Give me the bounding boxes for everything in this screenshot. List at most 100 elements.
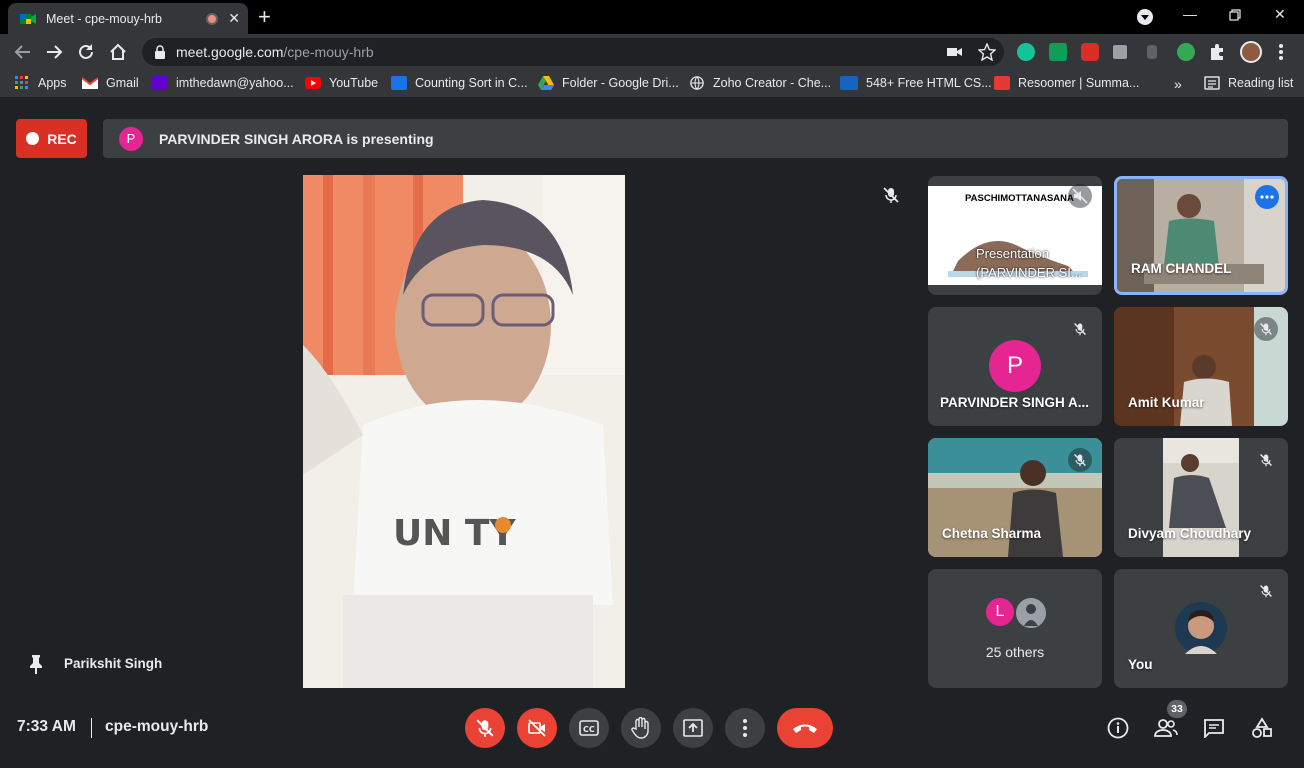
self-avatar	[1175, 602, 1227, 654]
bookmark-label: Folder - Google Dri...	[562, 76, 679, 90]
extension-icon[interactable]	[1147, 45, 1157, 59]
forward-icon[interactable]	[43, 41, 65, 63]
participant-tile-parvinder[interactable]: P PARVINDER SINGH A...	[928, 307, 1102, 426]
present-screen-icon	[683, 719, 703, 737]
profile-avatar[interactable]	[1240, 41, 1262, 63]
camera-toggle-button[interactable]	[517, 708, 557, 748]
extensions-puzzle-icon[interactable]	[1208, 43, 1226, 61]
browser-title-bar: Meet - cpe-mouy-hrb ✕ + — ✕	[0, 0, 1304, 34]
camera-off-icon	[528, 719, 546, 737]
activities-shapes-icon	[1252, 717, 1272, 738]
bookmark-counting-sort[interactable]: Counting Sort in C...	[391, 76, 528, 90]
bookmark-star-icon[interactable]	[978, 43, 996, 61]
bookmark-label: 548+ Free HTML CS...	[866, 76, 992, 90]
others-tile[interactable]: L 25 others	[928, 569, 1102, 688]
meeting-details-button[interactable]	[1106, 716, 1130, 740]
bookmark-youtube[interactable]: YouTube	[305, 76, 378, 90]
microphone-toggle-button[interactable]	[465, 708, 505, 748]
bookmarks-bar: Apps Gmail imthedawn@yahoo... YouTube Co…	[0, 70, 1304, 98]
more-options-button[interactable]	[725, 708, 765, 748]
browser-toolbar: meet.google.com/cpe-mouy-hrb	[0, 34, 1304, 70]
participant-video-frame: UN TY	[303, 175, 625, 688]
others-avatar-photo	[1014, 596, 1048, 630]
participant-tile-ram-chandel[interactable]: RAM CHANDEL	[1114, 176, 1288, 295]
mic-off-icon	[476, 719, 494, 737]
presentation-label: Presentation	[976, 246, 1049, 261]
profile-dropdown-icon[interactable]	[1137, 9, 1153, 25]
muted-mic-icon	[1254, 579, 1278, 603]
restore-icon[interactable]	[1229, 9, 1241, 21]
extension-icon[interactable]	[1113, 45, 1127, 59]
url-host: meet.google.com	[176, 44, 284, 60]
leave-call-button[interactable]	[777, 708, 833, 748]
extension-icon[interactable]	[1177, 43, 1195, 61]
camera-in-use-icon[interactable]	[947, 45, 963, 59]
bookmark-label: YouTube	[329, 76, 379, 90]
activities-button[interactable]	[1250, 716, 1274, 740]
yahoo-icon	[152, 76, 168, 90]
pinned-participant-video[interactable]: UN TY	[303, 175, 625, 688]
others-count-label: 25 others	[985, 644, 1045, 660]
others-avatar-l: L	[984, 596, 1016, 628]
participant-tile-amit-kumar[interactable]: Amit Kumar	[1114, 307, 1288, 426]
participant-name: RAM CHANDEL	[1131, 261, 1232, 276]
home-icon[interactable]	[107, 41, 129, 63]
new-tab-icon[interactable]: +	[258, 4, 271, 30]
back-icon[interactable]	[12, 41, 34, 63]
bookmark-label: Resoomer | Summa...	[1018, 76, 1140, 90]
participant-tile-chetna-sharma[interactable]: Chetna Sharma	[928, 438, 1102, 557]
bookmark-yahoo[interactable]: imthedawn@yahoo...	[152, 76, 294, 90]
apps-grid-icon	[15, 76, 28, 89]
slide-title: PASCHIMOTTANASANA	[965, 193, 1074, 204]
presenting-banner: P PARVINDER SINGH ARORA is presenting	[103, 119, 1288, 158]
show-everyone-button[interactable]	[1154, 716, 1178, 740]
participant-count-badge: 33	[1167, 700, 1187, 718]
pin-icon[interactable]	[28, 654, 44, 674]
participant-tile-divyam-choudhary[interactable]: Divyam Choudhary	[1114, 438, 1288, 557]
bookmark-resoomer[interactable]: Resoomer | Summa...	[994, 76, 1139, 90]
reload-icon[interactable]	[75, 41, 97, 63]
chat-button[interactable]	[1202, 716, 1226, 740]
globe-icon	[690, 76, 704, 90]
address-bar[interactable]: meet.google.com/cpe-mouy-hrb	[142, 38, 1004, 66]
browser-menu-icon[interactable]	[1278, 43, 1284, 61]
bookmark-zoho-creator[interactable]: Zoho Creator - Che...	[689, 76, 831, 90]
bookmark-label: Counting Sort in C...	[415, 76, 528, 90]
self-tile[interactable]: You	[1114, 569, 1288, 688]
recording-badge[interactable]: REC	[16, 119, 87, 158]
muted-mic-icon	[1254, 317, 1278, 341]
pinned-participant-name: Parikshit Singh	[64, 656, 163, 671]
people-icon	[1154, 719, 1178, 737]
info-icon	[1107, 717, 1129, 739]
captions-button[interactable]: CC	[569, 708, 609, 748]
browser-tab[interactable]: Meet - cpe-mouy-hrb ✕	[8, 3, 248, 34]
more-bookmarks-chevron[interactable]: »	[1174, 76, 1182, 92]
record-dot-icon	[26, 132, 40, 145]
bookmark-apps[interactable]: Apps	[14, 76, 67, 90]
reading-list-icon	[1204, 76, 1220, 90]
bookmark-free-html-css[interactable]: 548+ Free HTML CS...	[840, 76, 992, 90]
extension-icon[interactable]	[1049, 43, 1067, 61]
site-icon	[391, 76, 407, 90]
url-path: /cpe-mouy-hrb	[283, 44, 374, 60]
tab-close-icon[interactable]: ✕	[228, 10, 240, 27]
muted-mic-icon	[1254, 448, 1278, 472]
hang-up-phone-icon	[793, 724, 817, 733]
adblock-extension-icon[interactable]	[1081, 43, 1099, 61]
reading-list-button[interactable]: Reading list	[1204, 76, 1293, 90]
bookmark-google-drive[interactable]: Folder - Google Dri...	[538, 76, 679, 90]
participant-name: Amit Kumar	[1128, 395, 1205, 410]
recording-indicator-icon	[206, 12, 219, 25]
minimize-icon[interactable]: —	[1183, 6, 1197, 22]
more-options-icon[interactable]	[1255, 185, 1279, 209]
grammarly-extension-icon[interactable]	[1017, 43, 1035, 61]
bookmark-label: Apps	[38, 76, 67, 90]
presentation-audio-muted-icon	[1068, 184, 1092, 208]
participant-name: Chetna Sharma	[942, 526, 1042, 541]
more-vertical-icon	[743, 719, 747, 737]
presentation-tile[interactable]: PASCHIMOTTANASANA Presentation (PARVINDE…	[928, 176, 1102, 295]
close-window-icon[interactable]: ✕	[1274, 6, 1286, 23]
raise-hand-button[interactable]	[621, 708, 661, 748]
present-now-button[interactable]	[673, 708, 713, 748]
bookmark-gmail[interactable]: Gmail	[82, 76, 139, 90]
